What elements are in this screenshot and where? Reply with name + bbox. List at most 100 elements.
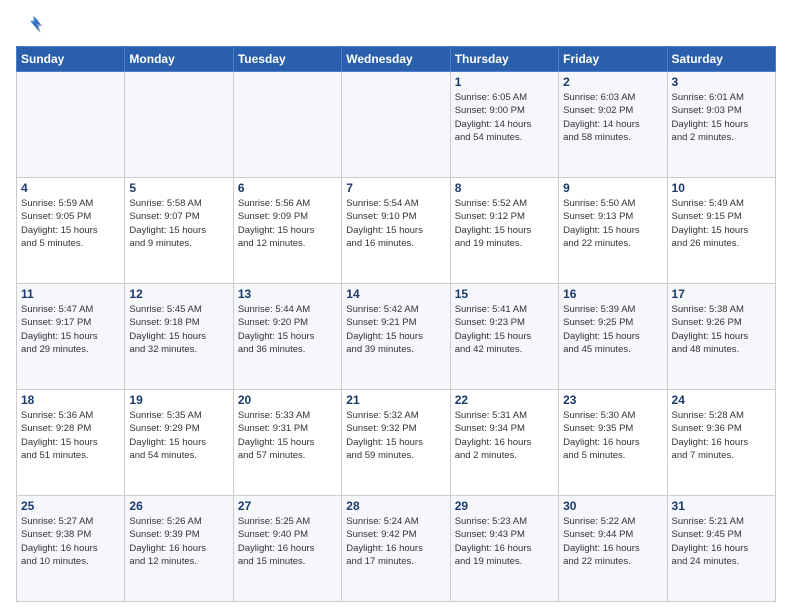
page: SundayMondayTuesdayWednesdayThursdayFrid…	[0, 0, 792, 612]
header-day-wednesday: Wednesday	[342, 47, 450, 72]
calendar: SundayMondayTuesdayWednesdayThursdayFrid…	[16, 46, 776, 602]
day-info-line: and 42 minutes.	[455, 343, 554, 356]
calendar-cell	[17, 72, 125, 178]
day-info-line: Sunset: 9:43 PM	[455, 528, 554, 541]
day-info-line: Daylight: 16 hours	[346, 542, 445, 555]
day-info-line: Sunset: 9:15 PM	[672, 210, 771, 223]
calendar-cell: 23Sunrise: 5:30 AMSunset: 9:35 PMDayligh…	[559, 390, 667, 496]
day-info-line: and 29 minutes.	[21, 343, 120, 356]
day-info-line: Sunset: 9:03 PM	[672, 104, 771, 117]
day-info-line: Sunset: 9:13 PM	[563, 210, 662, 223]
day-info-line: and 5 minutes.	[563, 449, 662, 462]
day-info-line: Sunrise: 5:25 AM	[238, 515, 337, 528]
day-info-line: Sunrise: 5:45 AM	[129, 303, 228, 316]
day-number: 16	[563, 287, 662, 301]
day-info-line: Daylight: 15 hours	[346, 330, 445, 343]
calendar-cell: 6Sunrise: 5:56 AMSunset: 9:09 PMDaylight…	[233, 178, 341, 284]
day-info-line: and 19 minutes.	[455, 555, 554, 568]
logo-icon	[16, 12, 44, 40]
calendar-cell: 26Sunrise: 5:26 AMSunset: 9:39 PMDayligh…	[125, 496, 233, 602]
calendar-cell: 18Sunrise: 5:36 AMSunset: 9:28 PMDayligh…	[17, 390, 125, 496]
calendar-cell: 7Sunrise: 5:54 AMSunset: 9:10 PMDaylight…	[342, 178, 450, 284]
day-info-line: Sunset: 9:10 PM	[346, 210, 445, 223]
day-info-line: Sunset: 9:18 PM	[129, 316, 228, 329]
calendar-cell: 1Sunrise: 6:05 AMSunset: 9:00 PMDaylight…	[450, 72, 558, 178]
day-number: 28	[346, 499, 445, 513]
day-info-line: Sunset: 9:07 PM	[129, 210, 228, 223]
calendar-cell: 13Sunrise: 5:44 AMSunset: 9:20 PMDayligh…	[233, 284, 341, 390]
day-info-line: and 22 minutes.	[563, 237, 662, 250]
calendar-header: SundayMondayTuesdayWednesdayThursdayFrid…	[17, 47, 776, 72]
day-info-line: and 16 minutes.	[346, 237, 445, 250]
day-number: 10	[672, 181, 771, 195]
day-info-line: Daylight: 16 hours	[455, 436, 554, 449]
day-info-line: Sunset: 9:23 PM	[455, 316, 554, 329]
day-info-line: Daylight: 16 hours	[563, 436, 662, 449]
day-info-line: Sunrise: 5:38 AM	[672, 303, 771, 316]
day-info-line: Sunset: 9:29 PM	[129, 422, 228, 435]
day-info-line: Sunrise: 5:52 AM	[455, 197, 554, 210]
day-info-line: Sunrise: 5:56 AM	[238, 197, 337, 210]
day-info-line: Sunrise: 5:21 AM	[672, 515, 771, 528]
day-number: 21	[346, 393, 445, 407]
day-number: 9	[563, 181, 662, 195]
day-info-line: and 7 minutes.	[672, 449, 771, 462]
day-number: 23	[563, 393, 662, 407]
day-info-line: and 58 minutes.	[563, 131, 662, 144]
day-info-line: Daylight: 16 hours	[21, 542, 120, 555]
day-info-line: and 26 minutes.	[672, 237, 771, 250]
day-info-line: Daylight: 16 hours	[563, 542, 662, 555]
day-info-line: Daylight: 15 hours	[455, 224, 554, 237]
calendar-cell: 3Sunrise: 6:01 AMSunset: 9:03 PMDaylight…	[667, 72, 775, 178]
day-info-line: and 45 minutes.	[563, 343, 662, 356]
day-info-line: Daylight: 15 hours	[129, 436, 228, 449]
day-info-line: Sunset: 9:42 PM	[346, 528, 445, 541]
calendar-cell: 2Sunrise: 6:03 AMSunset: 9:02 PMDaylight…	[559, 72, 667, 178]
day-info-line: Sunrise: 5:49 AM	[672, 197, 771, 210]
calendar-cell: 30Sunrise: 5:22 AMSunset: 9:44 PMDayligh…	[559, 496, 667, 602]
day-info-line: Sunrise: 5:32 AM	[346, 409, 445, 422]
day-number: 7	[346, 181, 445, 195]
day-info-line: Sunrise: 5:36 AM	[21, 409, 120, 422]
calendar-cell: 5Sunrise: 5:58 AMSunset: 9:07 PMDaylight…	[125, 178, 233, 284]
day-info-line: and 51 minutes.	[21, 449, 120, 462]
week-row-4: 18Sunrise: 5:36 AMSunset: 9:28 PMDayligh…	[17, 390, 776, 496]
day-info-line: Daylight: 15 hours	[672, 330, 771, 343]
calendar-cell: 22Sunrise: 5:31 AMSunset: 9:34 PMDayligh…	[450, 390, 558, 496]
calendar-cell: 21Sunrise: 5:32 AMSunset: 9:32 PMDayligh…	[342, 390, 450, 496]
day-info-line: Sunrise: 5:41 AM	[455, 303, 554, 316]
day-info-line: Daylight: 15 hours	[21, 330, 120, 343]
day-info-line: and 12 minutes.	[238, 237, 337, 250]
day-number: 15	[455, 287, 554, 301]
day-info-line: and 48 minutes.	[672, 343, 771, 356]
day-number: 31	[672, 499, 771, 513]
logo	[16, 12, 48, 40]
day-info-line: Sunset: 9:05 PM	[21, 210, 120, 223]
day-info-line: Sunrise: 5:22 AM	[563, 515, 662, 528]
day-info-line: Sunrise: 6:05 AM	[455, 91, 554, 104]
day-info-line: and 36 minutes.	[238, 343, 337, 356]
day-info-line: and 22 minutes.	[563, 555, 662, 568]
day-number: 29	[455, 499, 554, 513]
day-info-line: Sunset: 9:35 PM	[563, 422, 662, 435]
day-number: 19	[129, 393, 228, 407]
day-info-line: Sunset: 9:28 PM	[21, 422, 120, 435]
day-info-line: Daylight: 15 hours	[346, 436, 445, 449]
day-info-line: Daylight: 15 hours	[21, 436, 120, 449]
day-number: 14	[346, 287, 445, 301]
day-info-line: Sunset: 9:31 PM	[238, 422, 337, 435]
day-info-line: and 57 minutes.	[238, 449, 337, 462]
day-info-line: Daylight: 15 hours	[455, 330, 554, 343]
day-number: 22	[455, 393, 554, 407]
day-info-line: Sunset: 9:02 PM	[563, 104, 662, 117]
day-info-line: and 24 minutes.	[672, 555, 771, 568]
day-info-line: Daylight: 15 hours	[129, 224, 228, 237]
header-day-tuesday: Tuesday	[233, 47, 341, 72]
day-info-line: Daylight: 15 hours	[672, 118, 771, 131]
day-number: 30	[563, 499, 662, 513]
day-number: 13	[238, 287, 337, 301]
header-day-friday: Friday	[559, 47, 667, 72]
day-info-line: Sunrise: 5:24 AM	[346, 515, 445, 528]
calendar-cell: 4Sunrise: 5:59 AMSunset: 9:05 PMDaylight…	[17, 178, 125, 284]
day-info-line: Sunset: 9:39 PM	[129, 528, 228, 541]
